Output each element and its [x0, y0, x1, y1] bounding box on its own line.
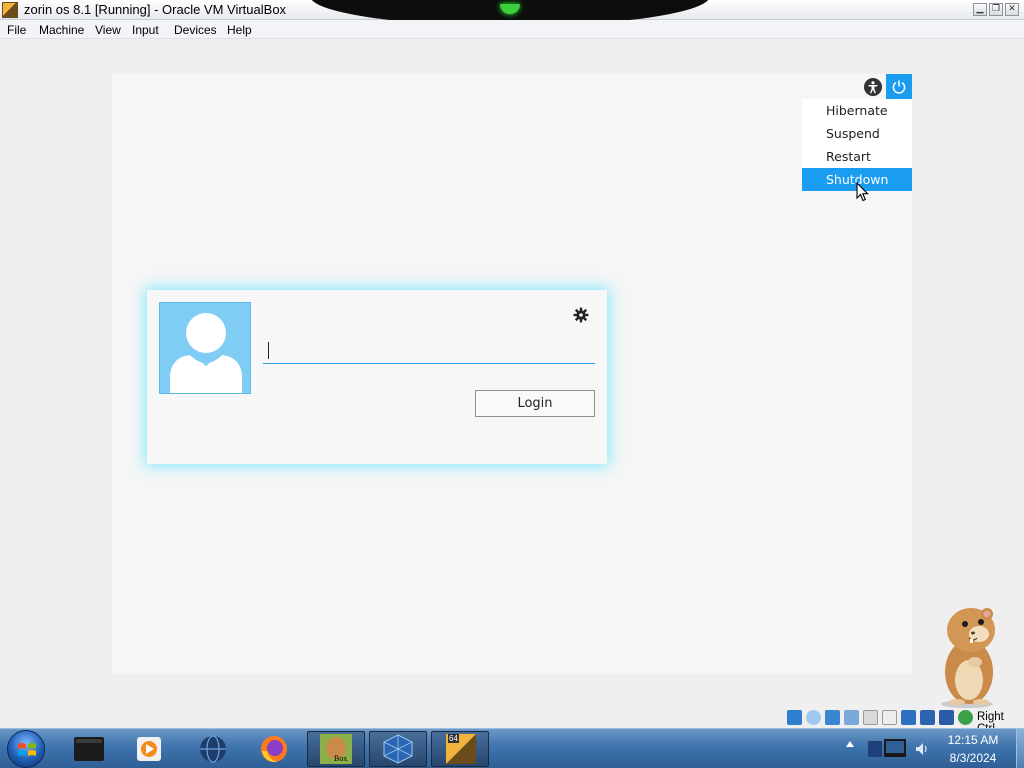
- menu-machine[interactable]: Machine: [39, 23, 84, 37]
- window-title-bar: zorin os 8.1 [Running] - Oracle VM Virtu…: [0, 0, 1024, 26]
- login-button[interactable]: Login: [475, 390, 595, 417]
- display-icon[interactable]: [901, 710, 916, 725]
- window-title: zorin os 8.1 [Running] - Oracle VM Virtu…: [24, 2, 287, 17]
- mouse-cursor-icon: [856, 181, 870, 205]
- menu-bar: File Machine View Input Devices Help: [0, 20, 1024, 39]
- menu-input[interactable]: Input: [132, 23, 159, 37]
- video-capture-icon[interactable]: [920, 710, 935, 725]
- virtualization-icon[interactable]: [939, 710, 954, 725]
- taskbar-firefox-icon[interactable]: [245, 731, 303, 767]
- mouse-integration-icon[interactable]: [958, 710, 973, 725]
- username-input[interactable]: [263, 340, 595, 364]
- taskbar: Box 64 12:15 AM 8/3/2024: [0, 728, 1024, 768]
- taskbar-vm-64bit-icon[interactable]: 64: [431, 731, 489, 767]
- power-menu-hibernate[interactable]: Hibernate: [802, 99, 912, 122]
- optical-drive-icon[interactable]: [806, 710, 821, 725]
- vm-status-bar: Right Ctrl: [784, 709, 1024, 735]
- show-desktop-button[interactable]: [1016, 729, 1024, 768]
- bits-badge-text: 64: [448, 734, 459, 743]
- close-button[interactable]: ✕: [1005, 3, 1019, 16]
- virtualbox-app-icon: [2, 2, 18, 18]
- taskbar-vbox-hamster-app[interactable]: Box: [307, 731, 365, 767]
- user-avatar-icon: [159, 302, 251, 394]
- menu-help[interactable]: Help: [227, 23, 252, 37]
- taskbar-browser-globe-icon[interactable]: [184, 731, 242, 767]
- taskbar-media-player-icon[interactable]: [120, 731, 178, 767]
- shared-folders-icon[interactable]: [882, 710, 897, 725]
- menu-view[interactable]: View: [95, 23, 121, 37]
- vbox-badge-text: Box: [334, 754, 348, 763]
- hard-disk-icon[interactable]: [787, 710, 802, 725]
- hamster-mascot-icon: [925, 600, 1015, 708]
- usb-icon[interactable]: [863, 710, 878, 725]
- menu-file[interactable]: File: [7, 23, 26, 37]
- status-led-icon: [500, 4, 520, 14]
- tray-network-device-icon[interactable]: [866, 737, 908, 761]
- menu-devices[interactable]: Devices: [174, 23, 217, 37]
- power-menu-restart[interactable]: Restart: [802, 145, 912, 168]
- clock-date[interactable]: 8/3/2024: [940, 751, 1006, 765]
- guest-screen[interactable]: Hibernate Suspend Restart Shutdown Login: [112, 74, 912, 674]
- restore-button[interactable]: ❐: [989, 3, 1003, 16]
- text-caret: [268, 342, 269, 359]
- tray-volume-icon[interactable]: [914, 741, 930, 757]
- audio-icon[interactable]: [825, 710, 840, 725]
- power-icon[interactable]: [886, 74, 912, 100]
- power-menu-suspend[interactable]: Suspend: [802, 122, 912, 145]
- start-button[interactable]: [7, 730, 45, 768]
- power-menu: Hibernate Suspend Restart Shutdown: [802, 99, 912, 191]
- accessibility-icon[interactable]: [864, 78, 882, 96]
- taskbar-terminal-icon[interactable]: [60, 731, 118, 767]
- show-hidden-icons-icon[interactable]: [846, 741, 854, 747]
- taskbar-virtualbox-icon[interactable]: [369, 731, 427, 767]
- minimize-button[interactable]: ▁: [973, 3, 987, 16]
- clock-time[interactable]: 12:15 AM: [940, 733, 1006, 747]
- system-tray: 12:15 AM 8/3/2024: [840, 729, 1024, 768]
- login-panel: Login: [147, 290, 607, 464]
- gear-icon[interactable]: [573, 307, 589, 323]
- network-icon[interactable]: [844, 710, 859, 725]
